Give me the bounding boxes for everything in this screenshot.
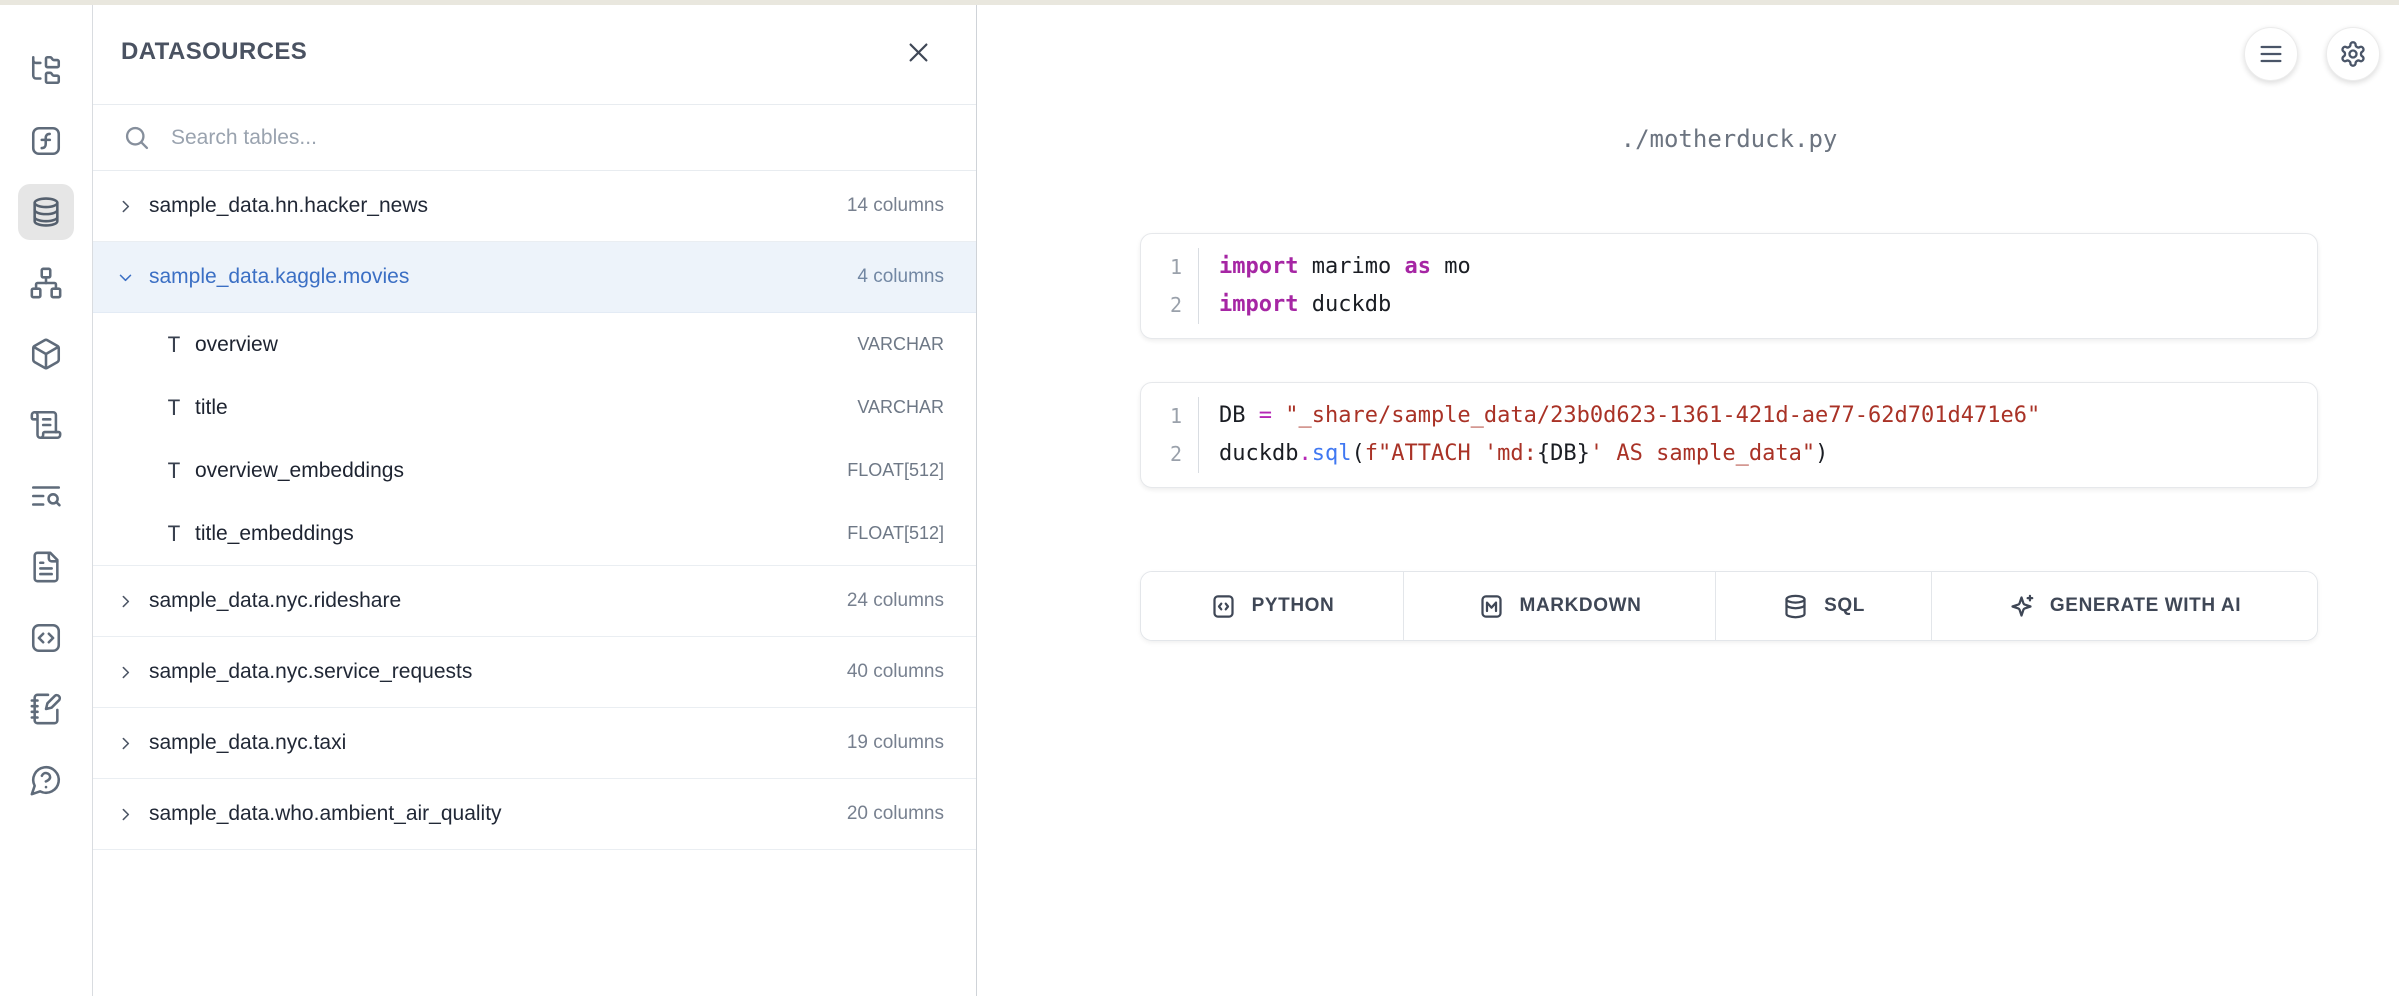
column-type: FLOAT[512] xyxy=(847,460,944,481)
line-number: 2 xyxy=(1141,435,1199,473)
code-line: 1DB = "_share/sample_data/23b0d623-1361-… xyxy=(1141,397,2317,435)
notebook-main: ./motherduck.py 1import marimo as mo2imp… xyxy=(978,0,2399,996)
chevron-right-icon xyxy=(117,735,149,752)
chevron-right-icon xyxy=(117,806,149,823)
table-row[interactable]: sample_data.nyc.rideshare 24 columns xyxy=(93,566,976,637)
database-icon xyxy=(1782,593,1809,620)
list-search-icon[interactable] xyxy=(18,468,74,524)
table-name: sample_data.kaggle.movies xyxy=(149,265,409,289)
column-row[interactable]: Toverview VARCHAR xyxy=(93,313,976,376)
table-column-count: 20 columns xyxy=(847,803,944,825)
search-input[interactable] xyxy=(171,126,952,150)
markdown-icon xyxy=(1478,593,1505,620)
network-icon[interactable] xyxy=(18,255,74,311)
datasources-icon[interactable] xyxy=(18,184,74,240)
table-name: sample_data.nyc.service_requests xyxy=(149,660,472,684)
line-number: 1 xyxy=(1141,397,1199,435)
add-python-button[interactable]: PYTHON xyxy=(1141,572,1404,640)
add-cell-bar: PYTHON MARKDOWN SQL GENERATE WITH AI xyxy=(1140,571,2318,641)
table-list: sample_data.hn.hacker_news14 columnssamp… xyxy=(93,171,976,996)
chevron-right-icon xyxy=(117,593,149,610)
notebook-content: ./motherduck.py 1import marimo as mo2imp… xyxy=(1140,0,2318,641)
column-row[interactable]: Ttitle_embeddings FLOAT[512] xyxy=(93,502,976,565)
line-number: 2 xyxy=(1141,286,1199,324)
text-type-icon: T xyxy=(161,333,187,357)
code-line: 2import duckdb xyxy=(1141,286,2317,324)
column-name: overview xyxy=(195,333,278,357)
scratchpad-icon[interactable] xyxy=(18,681,74,737)
column-row[interactable]: Toverview_embeddings FLOAT[512] xyxy=(93,439,976,502)
datasources-panel-header: DATASOURCES xyxy=(93,0,976,105)
text-type-icon: T xyxy=(161,459,187,483)
function-square-icon[interactable] xyxy=(18,113,74,169)
column-name: title xyxy=(195,396,228,420)
code-text: DB = "_share/sample_data/23b0d623-1361-4… xyxy=(1199,397,2040,435)
gear-icon[interactable] xyxy=(2326,27,2380,81)
file-tree-icon[interactable] xyxy=(18,42,74,98)
line-number: 1 xyxy=(1141,248,1199,286)
table-row[interactable]: sample_data.who.ambient_air_quality 20 co… xyxy=(93,779,976,850)
code-square-icon[interactable] xyxy=(18,610,74,666)
code-text: duckdb.sql(f"ATTACH 'md:{DB}' AS sample_… xyxy=(1199,435,1828,473)
table-column-count: 24 columns xyxy=(847,590,944,612)
search-bar xyxy=(93,105,976,171)
chevron-right-icon xyxy=(117,198,149,215)
column-type: VARCHAR xyxy=(857,334,944,355)
table-name: sample_data.nyc.taxi xyxy=(149,731,346,755)
table-row[interactable]: sample_data.nyc.taxi 19 columns xyxy=(93,708,976,779)
code-line: 2duckdb.sql(f"ATTACH 'md:{DB}' AS sample… xyxy=(1141,435,2317,473)
search-icon xyxy=(123,124,151,152)
panel-title: DATASOURCES xyxy=(121,38,896,66)
generate-with-ai-button[interactable]: GENERATE WITH AI xyxy=(1932,572,2317,640)
text-type-icon: T xyxy=(161,396,187,420)
close-icon[interactable] xyxy=(896,30,940,74)
package-icon[interactable] xyxy=(18,326,74,382)
code-line: 1import marimo as mo xyxy=(1141,248,2317,286)
help-bubble-icon[interactable] xyxy=(18,752,74,808)
scroll-icon[interactable] xyxy=(18,397,74,453)
table-column-count: 40 columns xyxy=(847,661,944,683)
menu-icon[interactable] xyxy=(2244,27,2298,81)
table-row[interactable]: sample_data.nyc.service_requests 40 colum… xyxy=(93,637,976,708)
table-row[interactable]: sample_data.kaggle.movies 4 columns xyxy=(93,242,976,313)
column-type: FLOAT[512] xyxy=(847,523,944,544)
column-name: title_embeddings xyxy=(195,522,354,546)
code-text: import marimo as mo xyxy=(1199,248,1471,286)
sidebar-icon-rail xyxy=(0,0,92,996)
code-text: import duckdb xyxy=(1199,286,1391,324)
table-column-count: 19 columns xyxy=(847,732,944,754)
table-column-count: 14 columns xyxy=(847,195,944,217)
window-top-edge xyxy=(0,0,2399,5)
top-actions xyxy=(2244,27,2380,81)
document-icon[interactable] xyxy=(18,539,74,595)
column-row[interactable]: Ttitle VARCHAR xyxy=(93,376,976,439)
table-row[interactable]: sample_data.hn.hacker_news 14 columns xyxy=(93,171,976,242)
code-cell[interactable]: 1DB = "_share/sample_data/23b0d623-1361-… xyxy=(1140,382,2318,488)
add-markdown-label: MARKDOWN xyxy=(1520,595,1642,617)
add-markdown-button[interactable]: MARKDOWN xyxy=(1404,572,1716,640)
add-sql-button[interactable]: SQL xyxy=(1716,572,1932,640)
column-name: overview_embeddings xyxy=(195,459,404,483)
code-cell[interactable]: 1import marimo as mo2import duckdb xyxy=(1140,233,2318,339)
column-group: Toverview VARCHAR Ttitle VARCHAR Toverview_e… xyxy=(93,313,976,566)
code-square-icon xyxy=(1210,593,1237,620)
datasources-panel: DATASOURCES sample_data.hn.hacker_news 14… xyxy=(92,0,977,996)
table-column-count: 4 columns xyxy=(857,266,944,288)
add-sql-label: SQL xyxy=(1824,595,1865,617)
generate-with-ai-label: GENERATE WITH AI xyxy=(2050,595,2241,617)
table-name: sample_data.who.ambient_air_quality xyxy=(149,802,502,826)
add-python-label: PYTHON xyxy=(1252,595,1335,617)
column-type: VARCHAR xyxy=(857,397,944,418)
table-name: sample_data.hn.hacker_news xyxy=(149,194,428,218)
text-type-icon: T xyxy=(161,522,187,546)
notebook-filename: ./motherduck.py xyxy=(1140,124,2318,154)
chevron-right-icon xyxy=(117,664,149,681)
chevron-down-icon xyxy=(117,269,149,286)
table-name: sample_data.nyc.rideshare xyxy=(149,589,401,613)
sparkles-icon xyxy=(2008,593,2035,620)
